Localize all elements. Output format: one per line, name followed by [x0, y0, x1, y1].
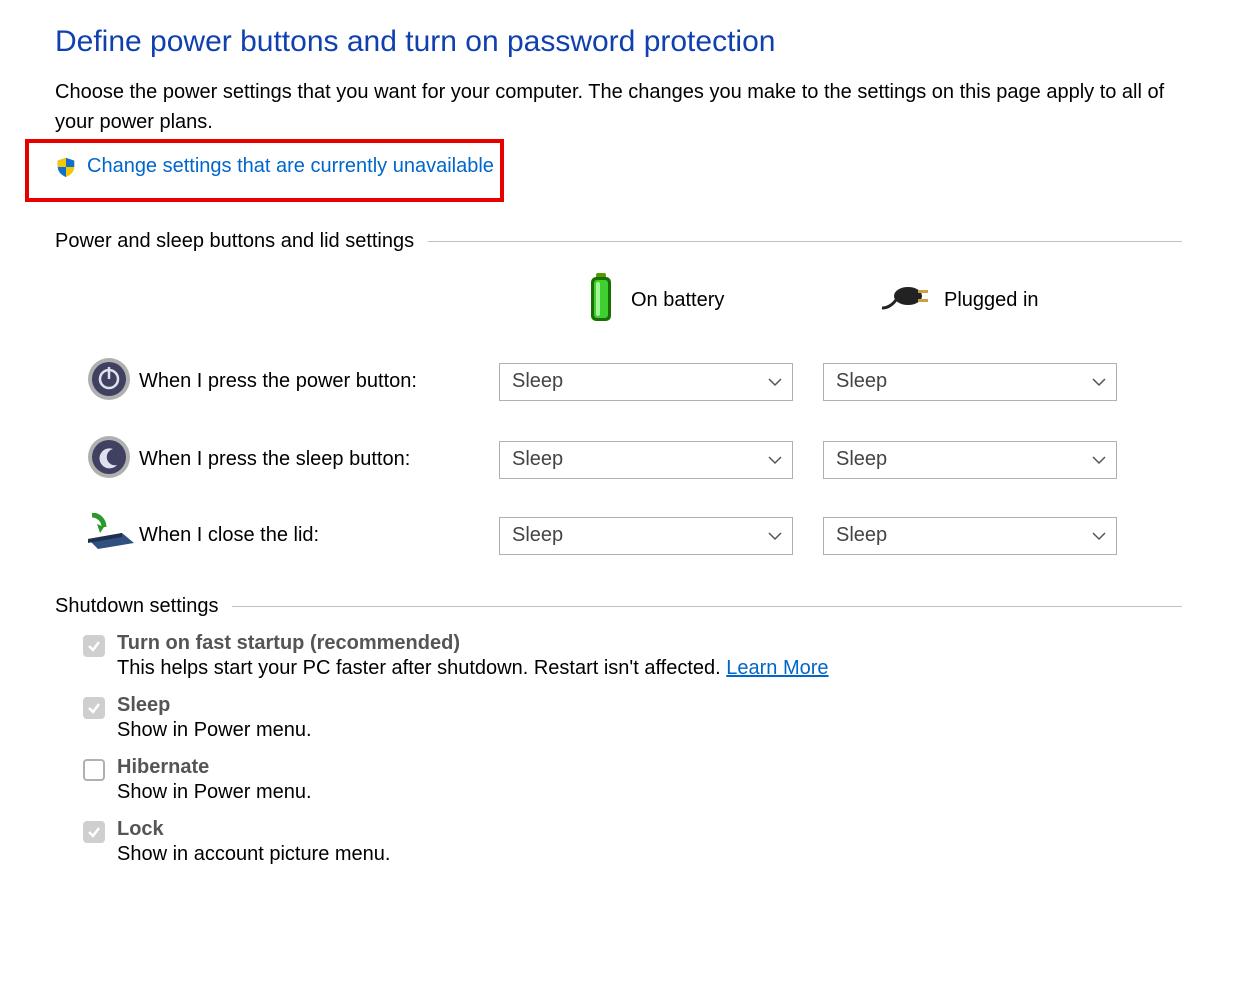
chevron-down-icon [768, 370, 782, 393]
close-lid-icon [82, 513, 136, 559]
uac-shield-icon [55, 156, 77, 178]
column-plugged-in-label: Plugged in [944, 289, 1039, 312]
sleep-button-battery-dropdown[interactable]: Sleep [499, 441, 793, 479]
power-button-battery-dropdown[interactable]: Sleep [499, 363, 793, 401]
change-settings-link[interactable]: Change settings that are currently unava… [35, 155, 494, 178]
battery-icon [585, 273, 617, 329]
shutdown-fast-startup: Turn on fast startup (recommended) This … [83, 632, 1182, 680]
row-sleep-button: When I press the sleep button: Sleep Sle… [55, 435, 1182, 485]
fast-startup-desc: This helps start your PC faster after sh… [117, 657, 829, 680]
shutdown-hibernate: Hibernate Show in Power menu. [83, 756, 1182, 804]
hibernate-desc: Show in Power menu. [117, 781, 312, 804]
column-on-battery: On battery [525, 273, 850, 329]
sleep-title: Sleep [117, 694, 312, 717]
fast-startup-checkbox[interactable] [83, 635, 105, 657]
shutdown-lock: Lock Show in account picture menu. [83, 818, 1182, 866]
power-button-battery-value: Sleep [512, 370, 563, 393]
lock-title: Lock [117, 818, 391, 841]
close-lid-battery-value: Sleep [512, 524, 563, 547]
lock-checkbox[interactable] [83, 821, 105, 843]
column-plugged-in: Plugged in [850, 284, 1175, 318]
columns-header: On battery Plugged in [55, 273, 1182, 329]
page-title: Define power buttons and turn on passwor… [55, 25, 1182, 59]
sleep-checkbox[interactable] [83, 697, 105, 719]
plug-icon [880, 284, 930, 318]
section-power-buttons-label: Power and sleep buttons and lid settings [55, 230, 414, 253]
chevron-down-icon [768, 448, 782, 471]
row-power-button-label: When I press the power button: [139, 370, 499, 393]
fast-startup-title: Turn on fast startup (recommended) [117, 632, 829, 655]
chevron-down-icon [1092, 370, 1106, 393]
section-shutdown-label: Shutdown settings [55, 595, 218, 618]
divider [428, 241, 1182, 242]
change-settings-label: Change settings that are currently unava… [87, 155, 494, 178]
divider [232, 606, 1182, 607]
shutdown-sleep: Sleep Show in Power menu. [83, 694, 1182, 742]
hibernate-title: Hibernate [117, 756, 312, 779]
power-button-icon [87, 357, 131, 407]
section-power-buttons: Power and sleep buttons and lid settings [55, 230, 1182, 253]
chevron-down-icon [1092, 448, 1106, 471]
row-sleep-button-label: When I press the sleep button: [139, 448, 499, 471]
chevron-down-icon [1092, 524, 1106, 547]
chevron-down-icon [768, 524, 782, 547]
close-lid-plugged-value: Sleep [836, 524, 887, 547]
sleep-button-plugged-value: Sleep [836, 448, 887, 471]
sleep-button-icon [87, 435, 131, 485]
sleep-button-plugged-dropdown[interactable]: Sleep [823, 441, 1117, 479]
power-button-plugged-dropdown[interactable]: Sleep [823, 363, 1117, 401]
close-lid-battery-dropdown[interactable]: Sleep [499, 517, 793, 555]
learn-more-link[interactable]: Learn More [726, 657, 828, 679]
hibernate-checkbox[interactable] [83, 759, 105, 781]
close-lid-plugged-dropdown[interactable]: Sleep [823, 517, 1117, 555]
sleep-desc: Show in Power menu. [117, 719, 312, 742]
column-on-battery-label: On battery [631, 289, 724, 312]
intro-text: Choose the power settings that you want … [55, 77, 1182, 137]
row-power-button: When I press the power button: Sleep Sle… [55, 357, 1182, 407]
lock-desc: Show in account picture menu. [117, 843, 391, 866]
highlight-annotation: Change settings that are currently unava… [25, 139, 504, 202]
power-button-plugged-value: Sleep [836, 370, 887, 393]
row-close-lid: When I close the lid: Sleep Sleep [55, 513, 1182, 559]
section-shutdown: Shutdown settings [55, 595, 1182, 618]
row-close-lid-label: When I close the lid: [139, 524, 499, 547]
sleep-button-battery-value: Sleep [512, 448, 563, 471]
